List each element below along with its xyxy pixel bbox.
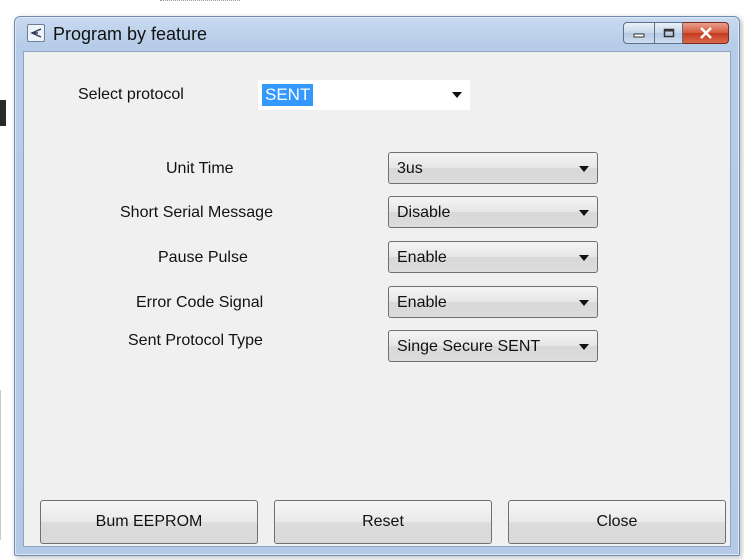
close-icon bbox=[699, 27, 712, 39]
reset-button[interactable]: Reset bbox=[274, 500, 492, 544]
chevron-down-icon bbox=[579, 255, 589, 261]
burn-eeprom-button[interactable]: Bum EEPROM bbox=[40, 500, 258, 544]
sent-protocol-type-select[interactable]: Singe Secure SENT bbox=[388, 330, 598, 362]
program-by-feature-window: Program by feature Select protocol SENT … bbox=[14, 16, 740, 556]
chevron-down-icon bbox=[579, 300, 589, 306]
select-protocol-label: Select protocol bbox=[78, 86, 184, 103]
minimize-icon bbox=[633, 33, 645, 38]
maximize-button[interactable] bbox=[655, 22, 683, 44]
dialog-client-area: Select protocol SENT Unit Time 3us Short… bbox=[23, 51, 731, 547]
close-window-button[interactable] bbox=[683, 22, 729, 44]
chevron-down-icon bbox=[579, 210, 589, 216]
chevron-down-icon bbox=[452, 92, 462, 98]
error-code-signal-label: Error Code Signal bbox=[136, 294, 264, 311]
chevron-down-icon bbox=[579, 166, 589, 172]
protocol-select[interactable]: SENT bbox=[258, 80, 470, 110]
app-icon[interactable] bbox=[27, 24, 45, 42]
background-line bbox=[0, 390, 1, 540]
sent-protocol-type-label: Sent Protocol Type bbox=[128, 332, 263, 349]
error-code-signal-value: Enable bbox=[397, 294, 447, 311]
chevron-down-icon bbox=[579, 344, 589, 350]
background-edge bbox=[0, 100, 6, 126]
pause-pulse-select[interactable]: Enable bbox=[388, 241, 598, 273]
pause-pulse-label: Pause Pulse bbox=[158, 249, 248, 266]
short-serial-message-label: Short Serial Message bbox=[120, 204, 273, 221]
background-mark bbox=[160, 0, 240, 7]
close-button[interactable]: Close bbox=[508, 500, 726, 544]
title-bar[interactable]: Program by feature bbox=[15, 17, 739, 51]
protocol-select-value: SENT bbox=[262, 84, 314, 106]
sent-protocol-type-value: Singe Secure SENT bbox=[397, 338, 541, 355]
short-serial-message-value: Disable bbox=[397, 204, 451, 221]
minimize-button[interactable] bbox=[623, 22, 655, 44]
unit-time-select[interactable]: 3us bbox=[388, 152, 598, 184]
pause-pulse-value: Enable bbox=[397, 249, 447, 266]
window-title: Program by feature bbox=[53, 24, 208, 44]
maximize-icon bbox=[663, 28, 674, 38]
unit-time-label: Unit Time bbox=[166, 160, 234, 177]
unit-time-value: 3us bbox=[397, 160, 423, 177]
caption-buttons bbox=[623, 22, 729, 44]
short-serial-message-select[interactable]: Disable bbox=[388, 196, 598, 228]
error-code-signal-select[interactable]: Enable bbox=[388, 286, 598, 318]
